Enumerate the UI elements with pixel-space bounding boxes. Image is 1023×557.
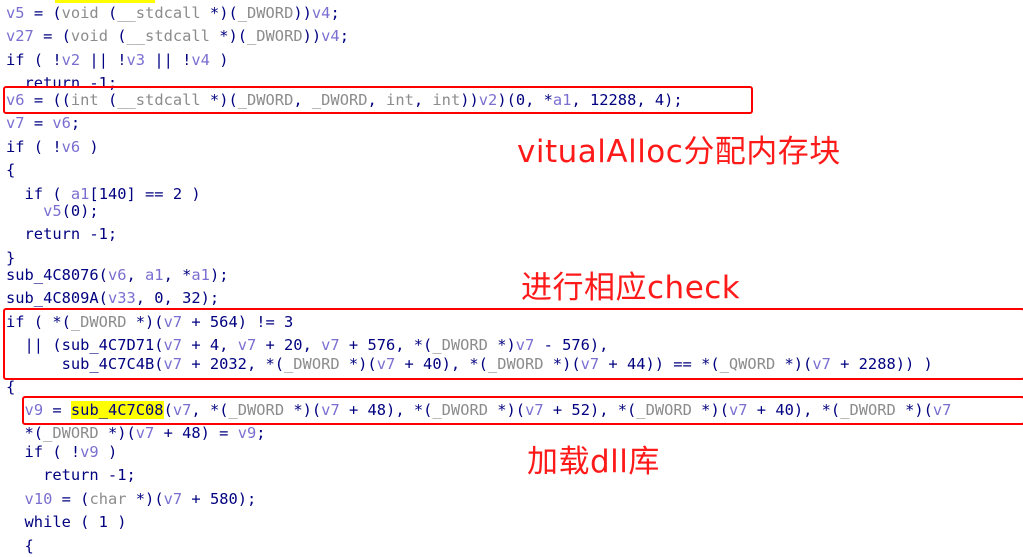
code-line[interactable]: v27 = (void (__stdcall *)(_DWORD))v4;: [6, 25, 1023, 48]
code-line[interactable]: if ( !v9 ): [6, 441, 1023, 464]
code-line[interactable]: return -1;: [6, 464, 1023, 487]
annotation-loaddll: 加载dll库: [527, 444, 660, 480]
code-line[interactable]: return -1;: [6, 223, 1023, 246]
code-line[interactable]: v5(0);: [6, 200, 1023, 223]
code-line[interactable]: sub_4C8076(v6, a1, *a1);: [6, 264, 1023, 287]
code-line[interactable]: v10 = (char *)(v7 + 580);: [6, 488, 1023, 511]
annotation-virtualalloc: vitualAlloc分配内存块: [517, 134, 841, 170]
code-line-check[interactable]: sub_4C7C4B(v7 + 2032, *(_DWORD *)(v7 + 4…: [6, 353, 1023, 376]
code-line[interactable]: {: [6, 535, 1023, 557]
code-line-virtualalloc[interactable]: v6 = ((int (__stdcall *)(_DWORD, _DWORD,…: [6, 89, 1023, 112]
code-line-check[interactable]: if ( *(_DWORD *)(v7 + 564) != 3: [6, 311, 1023, 334]
code-line[interactable]: if ( !v2 || !v3 || !v4 ): [6, 49, 1023, 72]
code-line[interactable]: sub_4C809A(v33, 0, 32);: [6, 287, 1023, 310]
annotation-check: 进行相应check: [521, 270, 741, 306]
code-line[interactable]: {: [6, 376, 1023, 399]
code-line[interactable]: {: [6, 159, 1023, 182]
code-line[interactable]: v7 = v6;: [6, 112, 1023, 135]
code-line[interactable]: if ( !v6 ): [6, 136, 1023, 159]
pseudocode-view[interactable]: v5 = (void (__stdcall *)(_DWORD))v4; v27…: [0, 0, 1023, 557]
code-line[interactable]: v5 = (void (__stdcall *)(_DWORD))v4;: [6, 2, 1023, 25]
code-line-loaddll[interactable]: v9 = sub_4C7C08(v7, *(_DWORD *)(v7 + 48)…: [6, 399, 1023, 422]
code-line[interactable]: while ( 1 ): [6, 511, 1023, 534]
